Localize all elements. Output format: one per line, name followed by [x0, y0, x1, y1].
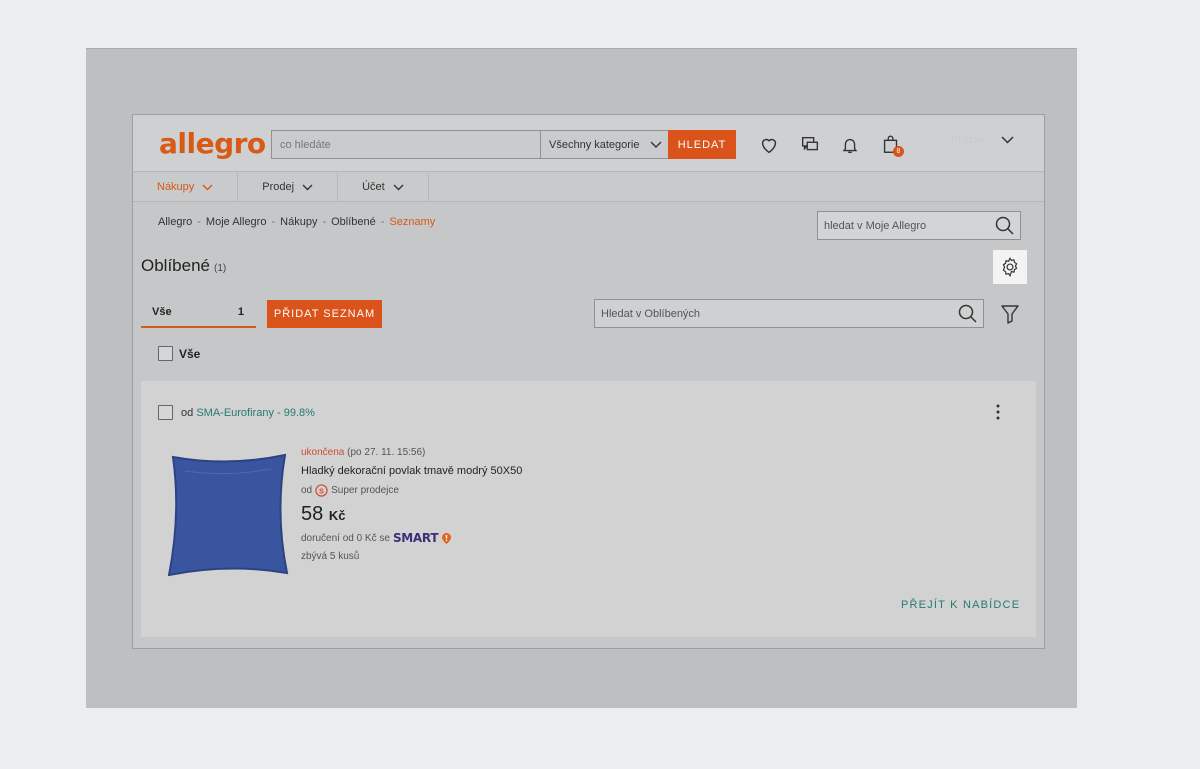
- category-select[interactable]: Všechny kategorie: [540, 131, 668, 158]
- main-nav: Nákupy Prodej Účet: [133, 173, 1044, 202]
- seller-row: od SMA-Eurofirany - 99.8%: [158, 405, 315, 420]
- breadcrumb-separator: -: [271, 216, 276, 228]
- favorites-search: [594, 299, 984, 328]
- tab-all-count: 1: [237, 306, 244, 318]
- breadcrumb-item[interactable]: Allegro: [158, 216, 192, 228]
- seller-type-label: Super prodejce: [331, 485, 399, 496]
- breadcrumb-separator: -: [322, 216, 327, 228]
- search-input[interactable]: [272, 131, 540, 158]
- heart-icon[interactable]: [758, 134, 780, 156]
- favorites-search-input[interactable]: [595, 307, 953, 320]
- allegro-logo[interactable]: allegro: [159, 127, 266, 160]
- search-icon[interactable]: [953, 303, 983, 325]
- more-options-icon[interactable]: [995, 403, 1001, 421]
- header: allegro Všechny kategorie HLEDAT 8 Pražá…: [133, 115, 1044, 172]
- breadcrumb-item[interactable]: Moje Allegro: [206, 216, 267, 228]
- item-info: ukončena (po 27. 11. 15:56) Hladký dekor…: [301, 447, 522, 562]
- item-checkbox[interactable]: [158, 405, 173, 420]
- seller-link[interactable]: SMA-Eurofirany - 99.8%: [196, 407, 315, 419]
- my-allegro-search: [817, 211, 1021, 240]
- super-seller-icon: S: [315, 484, 328, 497]
- select-all-checkbox[interactable]: [158, 346, 173, 361]
- cart-badge: 8: [893, 146, 904, 157]
- go-to-offer-button[interactable]: PŘEJÍT K NABÍDCE: [901, 599, 1020, 611]
- breadcrumb-separator: -: [380, 216, 385, 228]
- bell-icon[interactable]: [839, 134, 861, 156]
- tab-all-label: Vše: [152, 306, 172, 318]
- stock-remaining: zbývá 5 kusů: [301, 551, 360, 562]
- price-value: 58: [301, 503, 324, 525]
- chevron-down-icon: [650, 141, 661, 148]
- select-all-label: Vše: [179, 346, 201, 361]
- user-menu[interactable]: Pražák: [951, 134, 1014, 146]
- delivery-info: doručení od 0 Kč se SMART: [301, 531, 522, 545]
- svg-text:S: S: [319, 486, 324, 495]
- page-title: Oblíbené (1): [141, 256, 226, 276]
- breadcrumb-separator: -: [197, 216, 201, 228]
- item-status-date: (po 27. 11. 15:56): [347, 447, 426, 458]
- nav-item-purchases[interactable]: Nákupy: [133, 173, 239, 201]
- my-allegro-search-input[interactable]: [818, 219, 990, 232]
- price-currency: Kč: [328, 508, 346, 523]
- page-frame: allegro Všechny kategorie HLEDAT 8 Pražá…: [132, 114, 1045, 649]
- search-icon[interactable]: [990, 215, 1020, 237]
- gear-icon: [1002, 257, 1018, 278]
- breadcrumb: Allegro - Moje Allegro - Nákupy - Oblíbe…: [158, 216, 435, 228]
- user-name: Pražák: [951, 134, 986, 146]
- seller-prefix: od: [181, 406, 194, 419]
- search-button[interactable]: HLEDAT: [668, 130, 736, 159]
- item-title[interactable]: Hladký dekorační povlak tmavě modrý 50X5…: [301, 465, 522, 477]
- breadcrumb-item[interactable]: Nákupy: [280, 216, 317, 228]
- delivery-text: doručení od 0 Kč se: [301, 532, 390, 544]
- breadcrumb-item[interactable]: Oblíbené: [331, 216, 376, 228]
- nav-item-label: Účet: [362, 181, 385, 193]
- chevron-down-icon: [393, 184, 404, 190]
- item-status: ukončena: [301, 447, 345, 458]
- main-search: Všechny kategorie: [271, 130, 669, 159]
- nav-item-account[interactable]: Účet: [338, 173, 429, 201]
- item-price: 58 Kč: [301, 503, 522, 526]
- favorites-count: (1): [214, 263, 227, 274]
- page-title-text: Oblíbené: [141, 256, 210, 275]
- product-image[interactable]: [163, 449, 293, 579]
- seller-type: od S Super prodejce: [301, 484, 522, 497]
- nav-item-label: Prodej: [262, 181, 295, 193]
- chevron-down-icon: [302, 184, 313, 190]
- breadcrumb-current: Seznamy: [389, 216, 436, 228]
- add-list-button[interactable]: PŘIDAT SEZNAM: [267, 300, 382, 328]
- select-all[interactable]: Vše: [158, 346, 200, 361]
- seller-type-prefix: od: [301, 485, 313, 496]
- messages-icon[interactable]: [799, 134, 821, 156]
- category-label: Všechny kategorie: [549, 138, 640, 151]
- favorite-item-card: od SMA-Eurofirany - 99.8% ukončena (po 2…: [141, 381, 1036, 637]
- filter-icon[interactable]: [999, 303, 1021, 325]
- smart-badge-icon: [442, 532, 452, 544]
- tab-all[interactable]: Vše 1: [141, 298, 256, 328]
- cart-button[interactable]: 8: [880, 133, 906, 159]
- nav-item-sales[interactable]: Prodej: [238, 173, 339, 201]
- nav-item-label: Nákupy: [157, 181, 195, 193]
- chevron-down-icon: [1001, 136, 1014, 144]
- chevron-down-icon: [202, 184, 213, 190]
- settings-button[interactable]: [993, 250, 1027, 284]
- smart-label: SMART: [392, 531, 439, 545]
